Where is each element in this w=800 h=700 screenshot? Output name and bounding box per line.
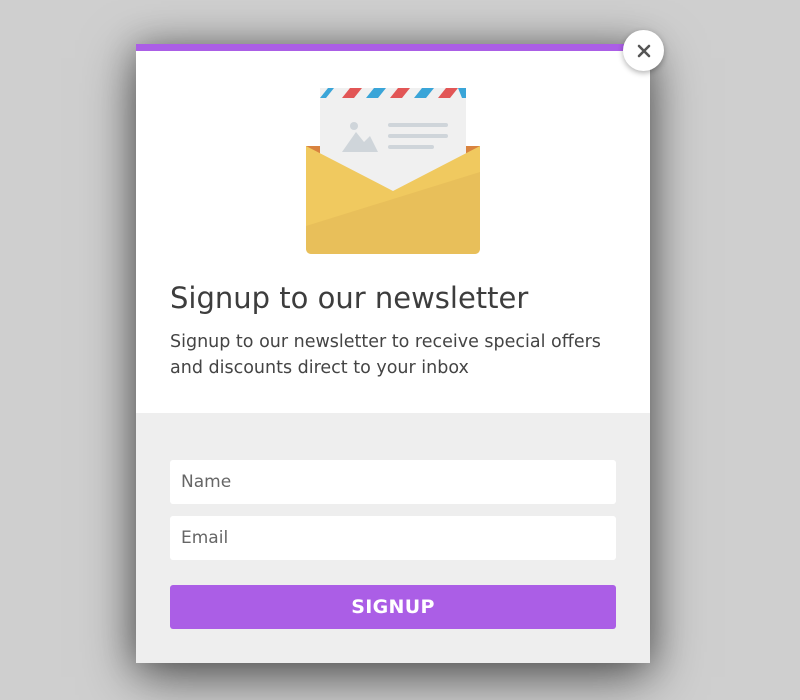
close-icon xyxy=(637,44,650,57)
modal-accent-bar xyxy=(136,44,650,51)
modal-title: Signup to our newsletter xyxy=(170,281,529,315)
signup-form: SIGNUP xyxy=(136,413,650,663)
envelope-letter-icon xyxy=(306,88,480,254)
email-input[interactable] xyxy=(170,516,616,560)
name-input[interactable] xyxy=(170,460,616,504)
signup-button[interactable]: SIGNUP xyxy=(170,585,616,629)
close-button[interactable] xyxy=(623,30,664,71)
modal-description: Signup to our newsletter to receive spec… xyxy=(170,332,601,378)
newsletter-modal: Signup to our newsletter Signup to our n… xyxy=(136,44,650,663)
